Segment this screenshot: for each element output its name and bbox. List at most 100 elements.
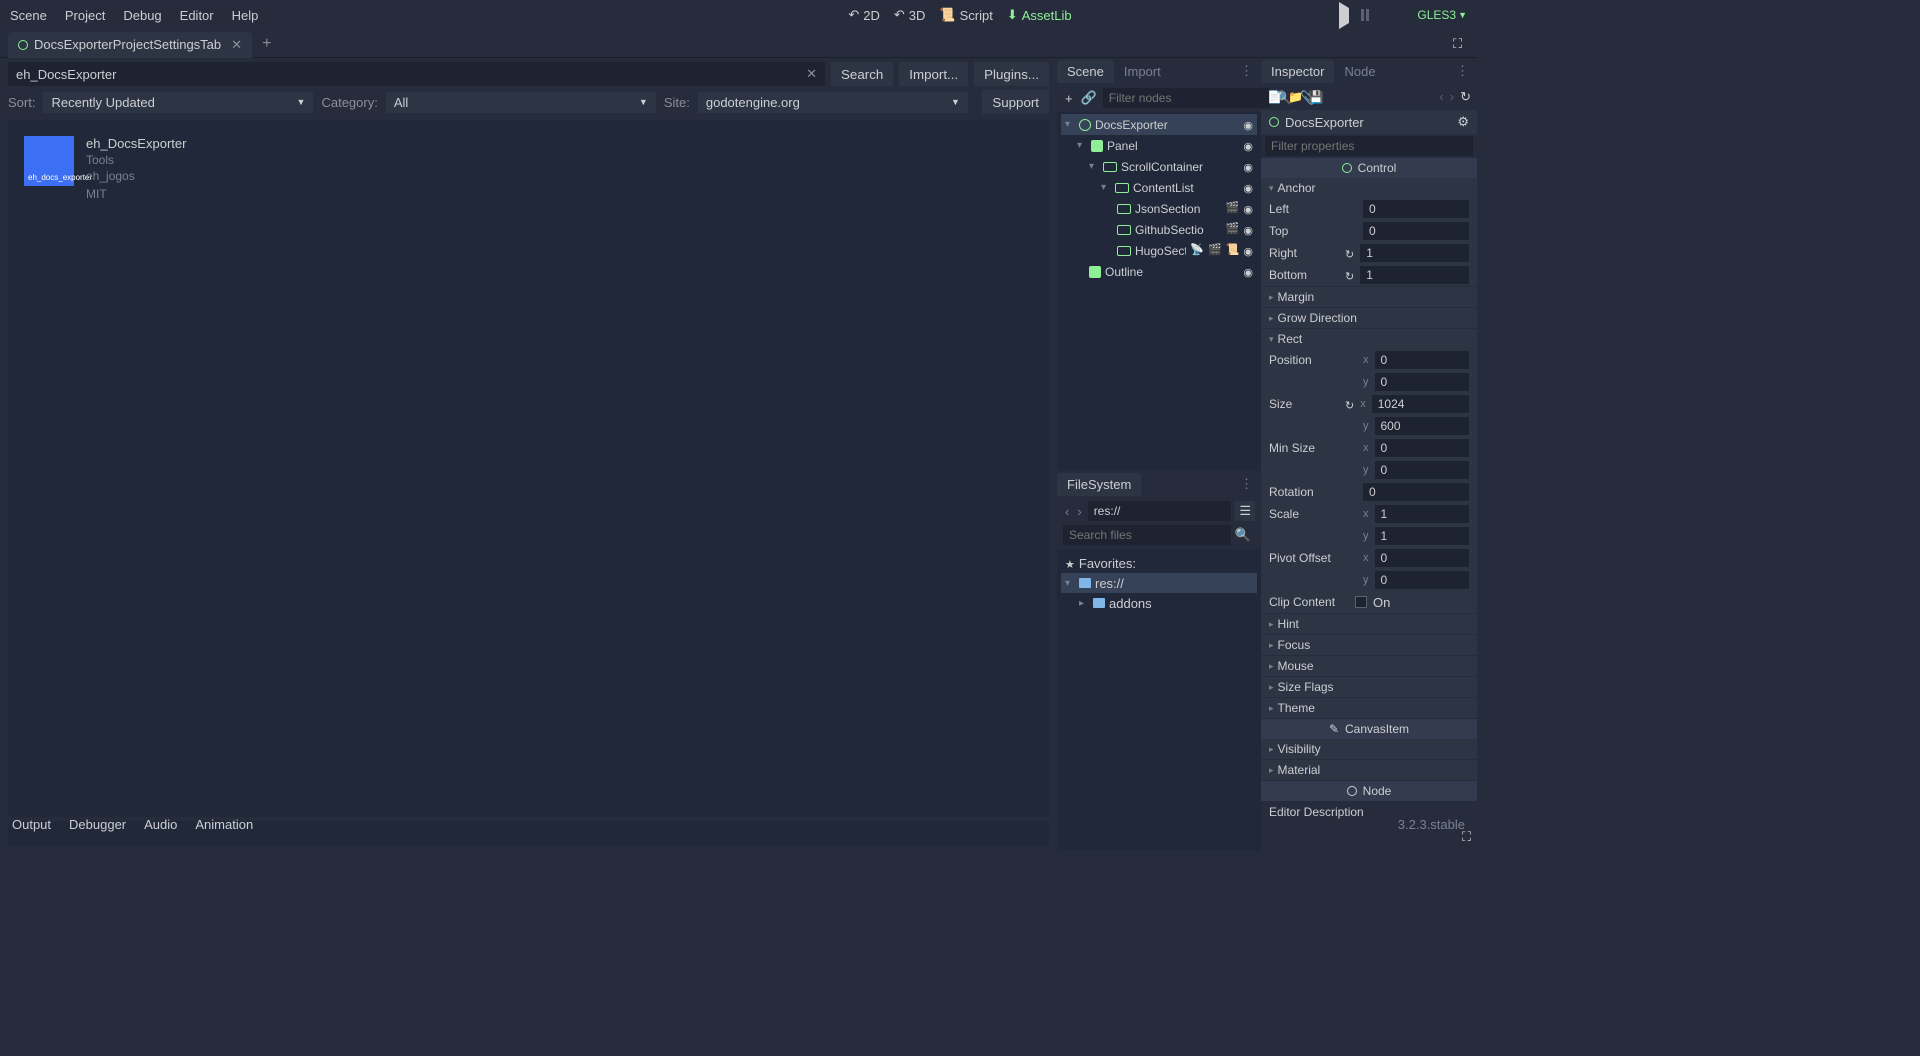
save-resource-button[interactable]: 💾 xyxy=(1309,90,1324,104)
signal-icon[interactable]: 📡 xyxy=(1190,243,1204,258)
sort-dropdown[interactable]: Recently Updated▼ xyxy=(43,92,313,113)
size-x-input[interactable]: 1024 xyxy=(1372,395,1469,413)
search-button[interactable]: Search xyxy=(831,62,893,86)
reset-icon[interactable] xyxy=(1345,397,1354,412)
visibility-icon[interactable] xyxy=(1243,201,1253,216)
menu-debug[interactable]: Debug xyxy=(123,8,161,23)
fs-view-mode-button[interactable]: ☰ xyxy=(1235,501,1255,521)
tree-node-github[interactable]: GithubSectio 🎬 xyxy=(1061,219,1257,240)
tree-node-json[interactable]: JsonSection 🎬 xyxy=(1061,198,1257,219)
fs-search-icon[interactable]: 🔍 xyxy=(1231,525,1255,545)
visibility-group[interactable]: ▸Visibility xyxy=(1261,739,1477,759)
fs-res-root[interactable]: ▾ res:// xyxy=(1061,573,1257,593)
scene-instance-icon[interactable]: 🎬 xyxy=(1226,222,1240,237)
scene-dock-tab[interactable]: Scene xyxy=(1057,60,1114,83)
filesystem-menu[interactable]: ⋮ xyxy=(1232,476,1261,492)
inspector-dock-menu[interactable]: ⋮ xyxy=(1448,63,1477,79)
anchor-left-input[interactable]: 0 xyxy=(1363,200,1469,218)
instance-scene-button[interactable]: 🔗 xyxy=(1079,88,1099,108)
assetlib-search-input[interactable]: eh_DocsExporter ✕ xyxy=(8,62,825,86)
menu-scene[interactable]: Scene xyxy=(10,8,47,23)
audio-panel-button[interactable]: Audio xyxy=(144,817,177,832)
rect-group[interactable]: ▾Rect xyxy=(1261,329,1477,349)
margin-group[interactable]: ▸Margin xyxy=(1261,287,1477,307)
node-tab[interactable]: Node xyxy=(1334,60,1385,83)
workspace-2d[interactable]: ↶ 2D xyxy=(848,7,880,23)
scene-dock-menu[interactable]: ⋮ xyxy=(1232,63,1261,79)
tree-toggle-icon[interactable]: ▸ xyxy=(1079,598,1089,609)
clip-checkbox[interactable] xyxy=(1355,596,1367,608)
visibility-icon[interactable] xyxy=(1243,117,1253,132)
visibility-icon[interactable] xyxy=(1243,138,1253,153)
reset-icon[interactable] xyxy=(1345,268,1354,283)
hint-group[interactable]: ▸Hint xyxy=(1261,614,1477,634)
site-dropdown[interactable]: godotengine.org▼ xyxy=(698,92,968,113)
tree-toggle-icon[interactable]: ▾ xyxy=(1089,161,1099,172)
visibility-icon[interactable] xyxy=(1243,264,1253,279)
history-menu-button[interactable]: ↻ xyxy=(1460,89,1471,105)
tree-node-outline[interactable]: Outline xyxy=(1061,261,1257,282)
rotation-input[interactable]: 0 xyxy=(1363,483,1469,501)
reset-icon[interactable] xyxy=(1345,246,1354,261)
menu-project[interactable]: Project xyxy=(65,8,105,23)
renderer-dropdown[interactable]: GLES3 ▼ xyxy=(1417,8,1467,22)
object-menu-button[interactable]: ⚙ xyxy=(1457,114,1469,130)
plugins-button[interactable]: Plugins... xyxy=(974,62,1049,86)
anchor-right-input[interactable]: 1 xyxy=(1360,244,1469,262)
tree-toggle-icon[interactable]: ▾ xyxy=(1077,140,1087,151)
tree-node-hugo[interactable]: HugoSect 📡🎬📜 xyxy=(1061,240,1257,261)
clear-search-icon[interactable]: ✕ xyxy=(806,66,817,82)
new-tab-button[interactable]: + xyxy=(262,35,271,53)
mouse-group[interactable]: ▸Mouse xyxy=(1261,656,1477,676)
inspector-tab[interactable]: Inspector xyxy=(1261,60,1334,83)
history-back-button[interactable]: ‹ xyxy=(1439,89,1443,105)
scene-instance-icon[interactable]: 🎬 xyxy=(1208,243,1222,258)
visibility-icon[interactable] xyxy=(1243,180,1253,195)
anchor-group[interactable]: ▾Anchor xyxy=(1261,178,1477,198)
filter-nodes-input[interactable] xyxy=(1103,88,1270,108)
filter-properties-input[interactable] xyxy=(1265,136,1473,156)
asset-card[interactable]: eh_docs_exporter eh_DocsExporter Tools e… xyxy=(24,136,1033,201)
fs-addons-folder[interactable]: ▸ addons xyxy=(1061,593,1257,613)
position-x-input[interactable]: 0 xyxy=(1375,351,1470,369)
add-node-button[interactable]: + xyxy=(1063,89,1075,108)
scale-x-input[interactable]: 1 xyxy=(1375,505,1470,523)
expand-bottom-button[interactable] xyxy=(1455,829,1471,845)
script-icon[interactable]: 📜 xyxy=(1226,243,1240,258)
category-dropdown[interactable]: All▼ xyxy=(386,92,656,113)
tree-toggle-icon[interactable]: ▾ xyxy=(1065,578,1075,589)
animation-panel-button[interactable]: Animation xyxy=(195,817,253,832)
sizeflags-group[interactable]: ▸Size Flags xyxy=(1261,677,1477,697)
grow-group[interactable]: ▸Grow Direction xyxy=(1261,308,1477,328)
tree-toggle-icon[interactable]: ▾ xyxy=(1101,182,1111,193)
minsize-y-input[interactable]: 0 xyxy=(1375,461,1470,479)
focus-group[interactable]: ▸Focus xyxy=(1261,635,1477,655)
tree-node-docsexporter[interactable]: ▾ DocsExporter xyxy=(1061,114,1257,135)
fs-forward-button[interactable]: › xyxy=(1075,504,1083,519)
anchor-top-input[interactable]: 0 xyxy=(1363,222,1469,240)
workspace-assetlib[interactable]: ⬇ AssetLib xyxy=(1007,7,1072,23)
pivot-y-input[interactable]: 0 xyxy=(1375,571,1470,589)
load-resource-button[interactable]: 📁 xyxy=(1288,90,1303,104)
output-panel-button[interactable]: Output xyxy=(12,817,51,832)
fs-back-button[interactable]: ‹ xyxy=(1063,504,1071,519)
workspace-3d[interactable]: ↶ 3D xyxy=(894,7,926,23)
import-button[interactable]: Import... xyxy=(899,62,968,86)
scene-tab[interactable]: DocsExporterProjectSettingsTab ✕ xyxy=(8,32,252,58)
fs-path-input[interactable]: res:// xyxy=(1088,501,1232,521)
visibility-icon[interactable] xyxy=(1243,243,1253,258)
tree-node-scroll[interactable]: ▾ ScrollContainer xyxy=(1061,156,1257,177)
pause-button[interactable] xyxy=(1361,9,1369,21)
tree-node-content[interactable]: ▾ ContentList xyxy=(1061,177,1257,198)
anchor-bottom-input[interactable]: 1 xyxy=(1360,266,1469,284)
visibility-icon[interactable] xyxy=(1243,222,1253,237)
support-button[interactable]: Support xyxy=(982,90,1049,114)
debugger-panel-button[interactable]: Debugger xyxy=(69,817,126,832)
fs-search-input[interactable] xyxy=(1063,525,1231,545)
distraction-free-button[interactable] xyxy=(1453,36,1469,52)
pivot-x-input[interactable]: 0 xyxy=(1375,549,1470,567)
visibility-icon[interactable] xyxy=(1243,159,1253,174)
scene-tab-close[interactable]: ✕ xyxy=(231,37,242,53)
minsize-x-input[interactable]: 0 xyxy=(1375,439,1470,457)
menu-editor[interactable]: Editor xyxy=(180,8,214,23)
